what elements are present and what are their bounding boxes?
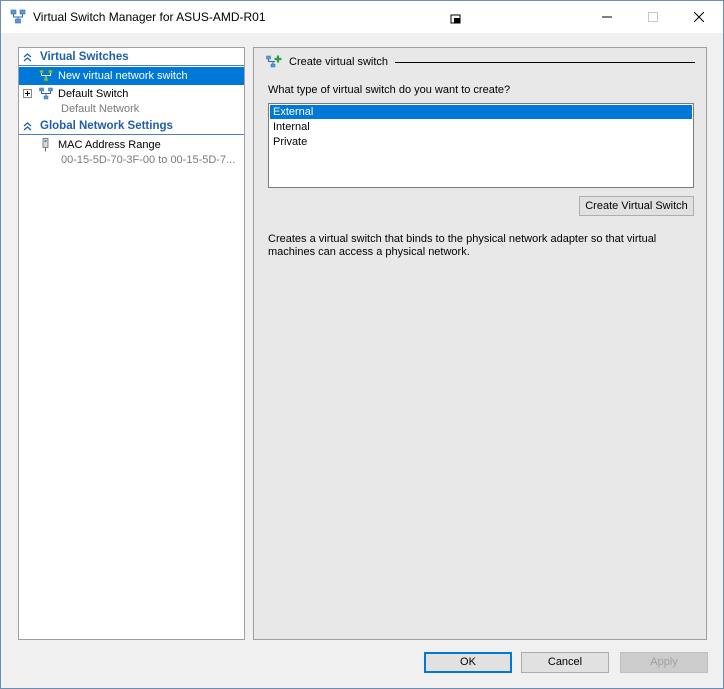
virtual-switches-section-header[interactable]: Virtual Switches bbox=[19, 50, 244, 66]
collapse-chevron-icon bbox=[23, 53, 32, 62]
mouse-cursor-icon bbox=[450, 14, 461, 24]
network-switch-icon bbox=[39, 87, 53, 100]
apply-button[interactable]: Apply bbox=[620, 652, 708, 673]
create-virtual-switch-button[interactable]: Create Virtual Switch bbox=[579, 196, 694, 216]
collapse-chevron-icon bbox=[23, 122, 32, 131]
maximize-icon bbox=[648, 12, 658, 22]
switch-tree-panel[interactable]: Virtual Switches New virtual network swi… bbox=[18, 47, 245, 640]
new-network-switch-icon bbox=[39, 69, 53, 82]
switch-details-panel: Create virtual switch What type of virtu… bbox=[253, 47, 707, 640]
expand-plus-icon[interactable] bbox=[23, 89, 32, 98]
mac-address-range-value: 00-15-5D-70-3F-00 to 00-15-5D-7... bbox=[61, 154, 236, 166]
title-bar[interactable]: Virtual Switch Manager for ASUS-AMD-R01 bbox=[1, 1, 723, 33]
ok-button[interactable]: OK bbox=[424, 652, 512, 673]
switch-type-question: What type of virtual switch do you want … bbox=[268, 84, 511, 96]
tree-item-mac-address-range[interactable]: MAC Address Range bbox=[19, 136, 244, 154]
maximize-button[interactable] bbox=[630, 1, 676, 33]
create-virtual-switch-group-title: Create virtual switch bbox=[289, 56, 389, 68]
switch-type-description: Creates a virtual switch that binds to t… bbox=[268, 233, 657, 258]
switch-type-option-external[interactable]: External bbox=[270, 105, 692, 119]
tree-item-label: New virtual network switch bbox=[58, 70, 188, 82]
tree-item-new-virtual-switch[interactable]: New virtual network switch bbox=[19, 67, 244, 85]
window-title: Virtual Switch Manager for ASUS-AMD-R01 bbox=[33, 10, 266, 24]
minimize-button[interactable] bbox=[584, 1, 630, 33]
tree-item-default-switch[interactable]: Default Switch bbox=[19, 85, 244, 103]
minimize-icon bbox=[602, 16, 612, 18]
option-label: Private bbox=[273, 136, 308, 148]
group-divider bbox=[395, 62, 695, 63]
global-network-settings-section-header[interactable]: Global Network Settings bbox=[19, 119, 244, 135]
switch-type-option-internal[interactable]: Internal bbox=[270, 120, 692, 134]
global-network-settings-header-label: Global Network Settings bbox=[40, 120, 173, 132]
close-icon bbox=[694, 12, 704, 22]
option-label: External bbox=[273, 106, 314, 118]
switch-type-listbox[interactable]: External Internal Private bbox=[268, 103, 694, 188]
tree-item-label: MAC Address Range bbox=[58, 139, 161, 151]
switch-type-option-private[interactable]: Private bbox=[270, 135, 692, 149]
tree-item-label: Default Switch bbox=[58, 88, 129, 100]
default-switch-network-type: Default Network bbox=[61, 103, 140, 115]
option-label: Internal bbox=[273, 121, 310, 133]
network-adapter-icon bbox=[42, 138, 49, 152]
virtual-switch-manager-window: Virtual Switch Manager for ASUS-AMD-R01 … bbox=[0, 0, 724, 689]
create-switch-icon bbox=[266, 55, 282, 68]
close-button[interactable] bbox=[676, 1, 722, 33]
virtual-switches-header-label: Virtual Switches bbox=[40, 51, 129, 63]
cancel-button[interactable]: Cancel bbox=[521, 652, 609, 673]
virtual-switch-manager-icon bbox=[10, 9, 26, 24]
